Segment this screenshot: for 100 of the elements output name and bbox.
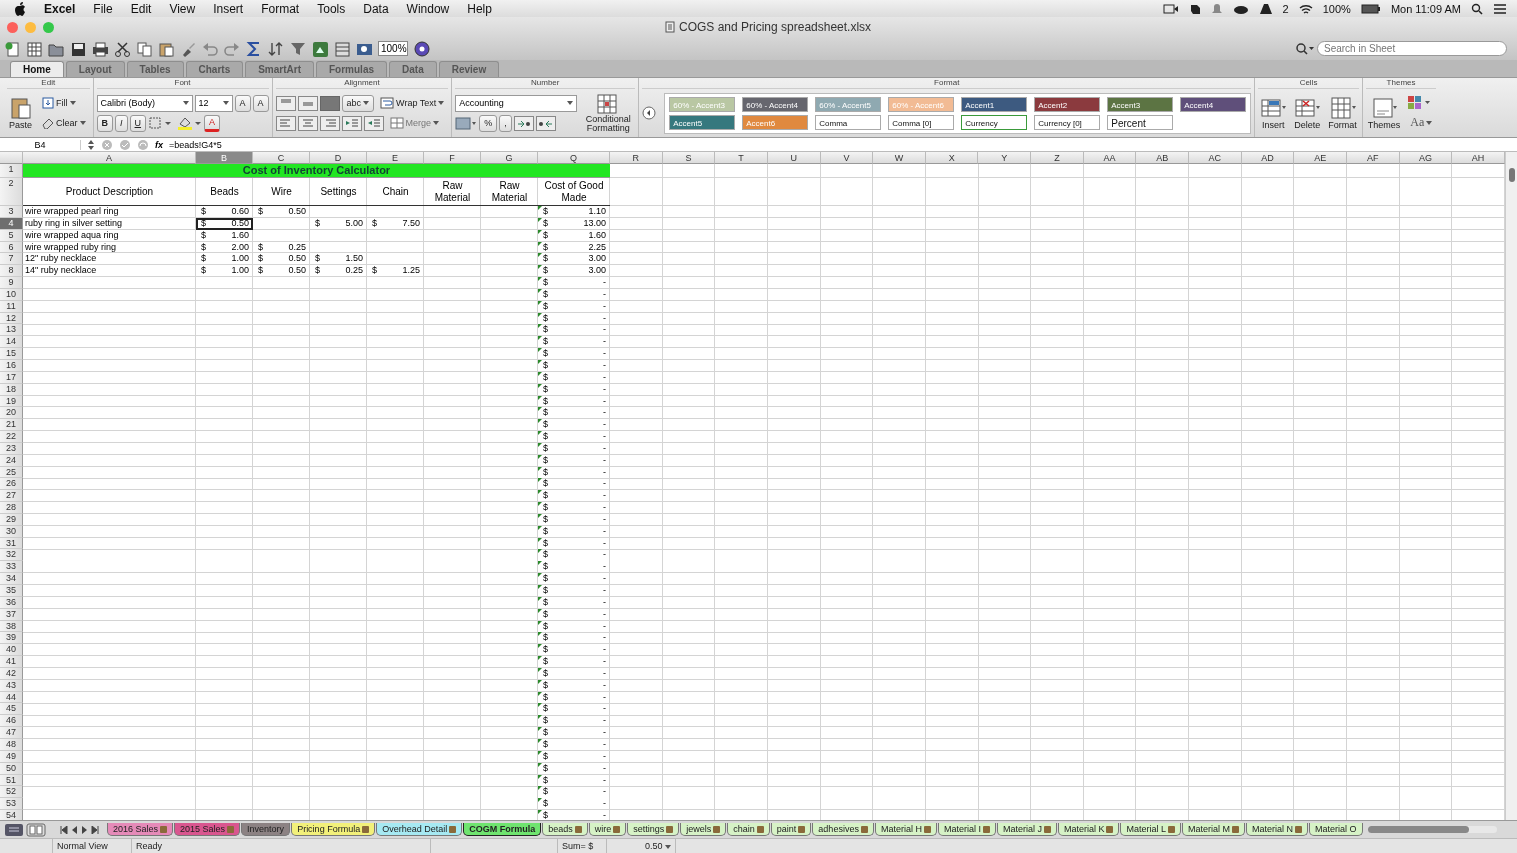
filter-icon[interactable] (290, 40, 306, 57)
menu-item[interactable]: Data (363, 1, 389, 16)
row-header[interactable]: 32 (0, 549, 23, 562)
cell-style[interactable]: Percent (1107, 114, 1174, 130)
cell-style[interactable]: Accent5 (669, 114, 736, 130)
sheet-tab[interactable]: Material L (1120, 823, 1181, 836)
sheet-tab[interactable]: Material N (1246, 823, 1308, 836)
sort-icon[interactable] (268, 40, 284, 57)
sheet-tab[interactable]: wire (588, 823, 627, 836)
fill-button[interactable]: Fill (38, 94, 90, 112)
fill-color-icon[interactable] (176, 115, 203, 131)
cell-style[interactable]: Accent4 (1180, 96, 1247, 112)
row-header[interactable]: 13 (0, 324, 23, 337)
last-sheet-icon[interactable] (91, 825, 99, 834)
row-header[interactable]: 2 (0, 178, 23, 206)
row-header[interactable]: 46 (0, 715, 23, 728)
font-size-field[interactable]: 12 (194, 94, 233, 112)
grid-icon[interactable] (26, 40, 42, 57)
row-header[interactable]: 39 (0, 632, 23, 645)
scissors-icon[interactable] (114, 40, 130, 57)
normal-view-icon[interactable] (4, 822, 24, 837)
align-center-icon[interactable] (297, 115, 318, 131)
sheet-tab[interactable]: Material M (1181, 823, 1245, 836)
color-swatch-icon[interactable] (1406, 95, 1433, 111)
column-header[interactable]: Q (538, 152, 610, 164)
merge-button[interactable]: Merge (385, 114, 444, 132)
bold-button[interactable]: B (96, 114, 114, 132)
column-header[interactable]: U (767, 152, 821, 164)
row-header[interactable]: 7 (0, 253, 23, 266)
insert-button[interactable]: Insert (1258, 96, 1289, 130)
sheet-tab[interactable]: Material J (996, 823, 1057, 836)
column-header[interactable]: X (925, 152, 979, 164)
column-header[interactable]: AD (1241, 152, 1295, 164)
row-header[interactable]: 53 (0, 798, 23, 811)
column-header[interactable]: V (820, 152, 874, 164)
theme-fonts-button[interactable]: Aa (1406, 114, 1437, 131)
grow-font-button[interactable]: A (234, 94, 251, 112)
sheet-tab[interactable]: paint (770, 823, 812, 836)
row-header[interactable]: 28 (0, 502, 23, 514)
clear-button[interactable]: Clear (38, 114, 90, 132)
delete-button[interactable]: Delete (1292, 96, 1323, 130)
print-icon[interactable] (92, 40, 108, 57)
shrink-font-button[interactable]: A (252, 94, 269, 112)
sheet-tab[interactable]: 2015 Sales (174, 823, 241, 836)
cell-style[interactable]: Accent1 (961, 96, 1028, 112)
copy-icon[interactable] (136, 40, 152, 57)
previous-sheet-icon[interactable] (71, 825, 78, 834)
scroll-thumb[interactable] (1508, 168, 1515, 182)
row-header[interactable]: 9 (0, 277, 23, 289)
wrap-text-button[interactable]: Wrap Text (376, 94, 449, 112)
formula-field[interactable]: =beads!G4*5 (169, 139, 222, 150)
brush-icon[interactable] (180, 40, 196, 57)
select-all-button[interactable] (0, 152, 23, 164)
sheet-tab[interactable]: settings (627, 823, 680, 836)
next-sheet-icon[interactable] (81, 825, 88, 834)
new-document-icon[interactable] (4, 40, 20, 57)
row-header[interactable]: 26 (0, 478, 23, 491)
row-header[interactable]: 15 (0, 348, 23, 360)
sheet-tab[interactable]: beads (542, 823, 588, 836)
cell-style[interactable]: 60% - Accent4 (742, 96, 809, 112)
page-layout-icon[interactable] (26, 822, 46, 837)
column-header[interactable]: G (481, 152, 538, 164)
row-header[interactable]: 45 (0, 703, 23, 716)
name-box[interactable]: B4 (0, 139, 81, 150)
comma-button[interactable]: , (499, 114, 512, 132)
column-header[interactable]: A (23, 152, 196, 164)
column-header[interactable]: W (873, 152, 926, 164)
align-middle-icon[interactable] (297, 95, 318, 111)
menu-item[interactable]: Edit (130, 1, 152, 16)
row-header[interactable]: 8 (0, 265, 23, 278)
sheet-tab[interactable]: chain (727, 823, 770, 836)
zoom-field[interactable]: 100% (378, 41, 408, 56)
column-header[interactable]: R (610, 152, 663, 164)
menu-item[interactable]: File (93, 1, 113, 16)
bell-icon[interactable] (1210, 2, 1223, 15)
column-header[interactable]: AA (1083, 152, 1137, 164)
row-header[interactable]: 27 (0, 490, 23, 503)
sum-value[interactable]: 0.50 (607, 839, 676, 853)
battery-icon[interactable] (1360, 3, 1381, 14)
search-field[interactable]: Search in Sheet (1317, 41, 1507, 56)
column-header[interactable]: AH (1452, 152, 1505, 164)
sheet-tab[interactable]: 2016 Sales (107, 823, 174, 836)
row-header[interactable]: 21 (0, 419, 23, 432)
number-format-icon[interactable] (455, 115, 478, 131)
column-header[interactable]: AG (1399, 152, 1453, 164)
column-header[interactable]: AF (1346, 152, 1400, 164)
column-header[interactable]: AC (1189, 152, 1242, 164)
column-header[interactable]: AE (1294, 152, 1347, 164)
cell-style[interactable]: Comma [0] (888, 114, 955, 130)
scrollbar[interactable] (1504, 152, 1517, 820)
camera-icon[interactable] (1162, 2, 1179, 15)
wifi-icon[interactable] (1298, 2, 1313, 15)
menu-item[interactable]: View (169, 1, 196, 16)
column-header[interactable]: S (662, 152, 716, 164)
underline-button[interactable]: U (129, 114, 147, 132)
format-button[interactable]: Format (1326, 96, 1359, 130)
italic-button[interactable]: I (115, 114, 128, 132)
align-bottom-icon[interactable] (319, 95, 340, 111)
number-format-field[interactable]: Accounting (455, 94, 578, 112)
menu-item[interactable]: Help (467, 1, 492, 16)
